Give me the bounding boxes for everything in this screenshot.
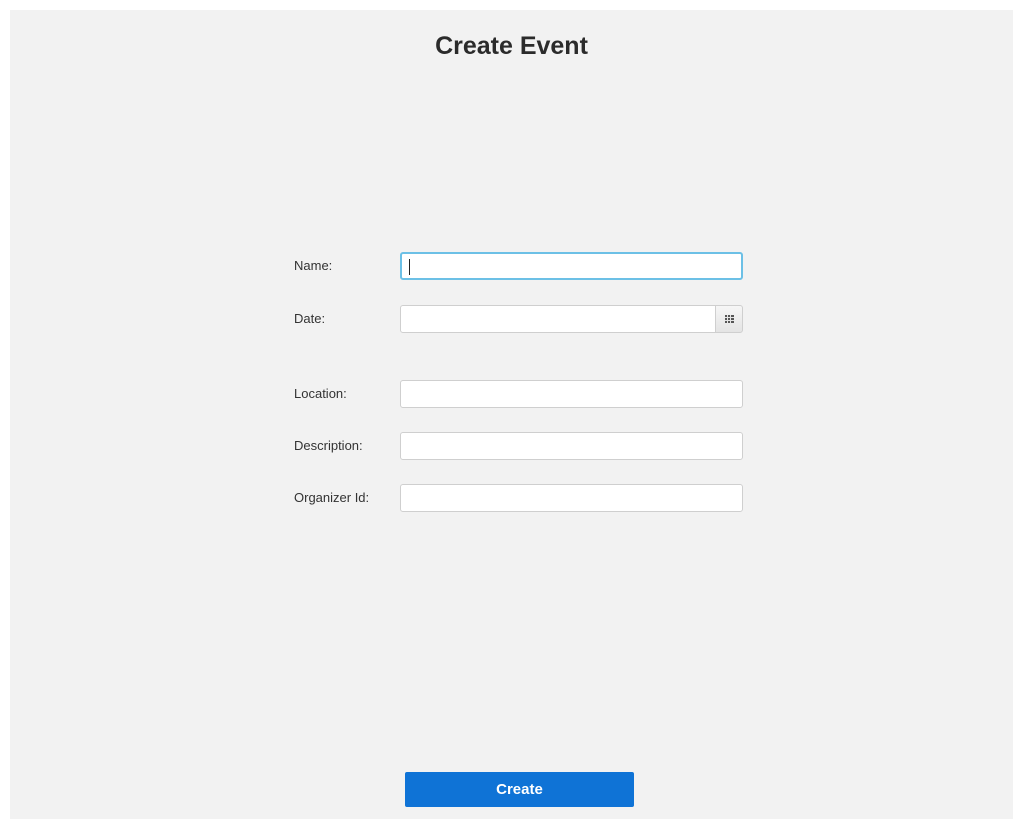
create-button[interactable]: Create [405,772,634,807]
date-picker-button[interactable] [715,305,743,333]
date-label: Date: [294,311,326,326]
text-caret [409,259,410,275]
location-input[interactable] [400,380,743,408]
description-label: Description: [294,438,363,453]
organizer-id-input[interactable] [400,484,743,512]
organizer-id-label: Organizer Id: [294,490,370,505]
description-input[interactable] [400,432,743,460]
name-input[interactable] [400,252,743,280]
create-event-window: Create Event Name: Date: Location: Descr… [10,10,1013,819]
page-title: Create Event [435,32,588,60]
name-label: Name: [294,258,333,273]
location-label: Location: [294,386,347,401]
calendar-icon [725,315,734,323]
name-row: Name: [10,252,1013,282]
location-row: Location: [10,380,1013,410]
organizer-id-row: Organizer Id: [10,484,1013,514]
description-row: Description: [10,432,1013,462]
date-input[interactable] [400,305,716,333]
date-row: Date: [10,305,1013,335]
